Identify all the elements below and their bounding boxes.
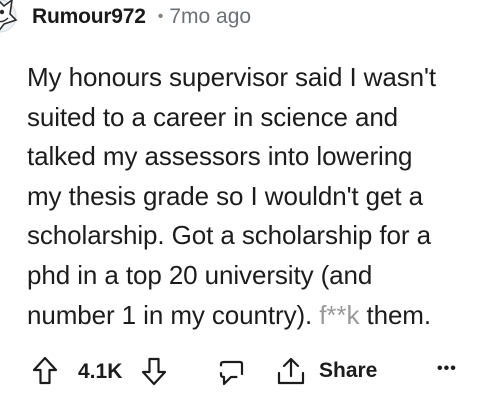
avatar-icon — [0, 0, 18, 33]
downvote-button[interactable] — [141, 356, 167, 386]
more-horizontal-icon: ••• — [437, 360, 457, 377]
share-icon — [277, 357, 305, 385]
arrow-down-icon — [141, 357, 167, 386]
obscured-word: f**k — [315, 296, 362, 336]
share-label: Share — [319, 359, 378, 382]
comment-line: suited to a career in science and — [27, 101, 399, 132]
avatar[interactable] — [0, 0, 20, 40]
vote-count: 4.1K — [78, 360, 123, 383]
comment-line: My honours supervisor said I wasn't — [27, 62, 436, 92]
username[interactable]: Rumour972 — [32, 5, 146, 29]
comment-line-last: number 1 in my country). f**k them. — [27, 296, 489, 336]
more-options-button[interactable]: ••• — [437, 360, 457, 378]
comment-line: them. — [366, 299, 431, 330]
reply-button[interactable] — [218, 358, 244, 386]
meta-separator: • — [157, 8, 164, 25]
comment-icon — [219, 360, 244, 386]
comment-line: scholarship. Got a scholarship for a — [27, 220, 431, 251]
arrow-up-icon — [32, 356, 58, 385]
upvote-button[interactable] — [32, 356, 58, 386]
comment-action-bar: 4.1K Share ••• — [0, 352, 489, 392]
share-button[interactable]: Share — [275, 356, 377, 386]
comment-line: my thesis grade so I wouldn't get a — [27, 180, 424, 211]
timestamp[interactable]: 7mo ago — [169, 5, 251, 29]
comment-line: talked my assessors into lowering — [27, 141, 413, 172]
comment-body: My honours supervisor said I wasn't suit… — [27, 58, 489, 335]
comment-line: number 1 in my country). — [27, 299, 320, 330]
comment-header: Rumour972 • 7mo ago — [32, 4, 251, 30]
comment-line: phd in a top 20 university (and — [27, 259, 373, 290]
